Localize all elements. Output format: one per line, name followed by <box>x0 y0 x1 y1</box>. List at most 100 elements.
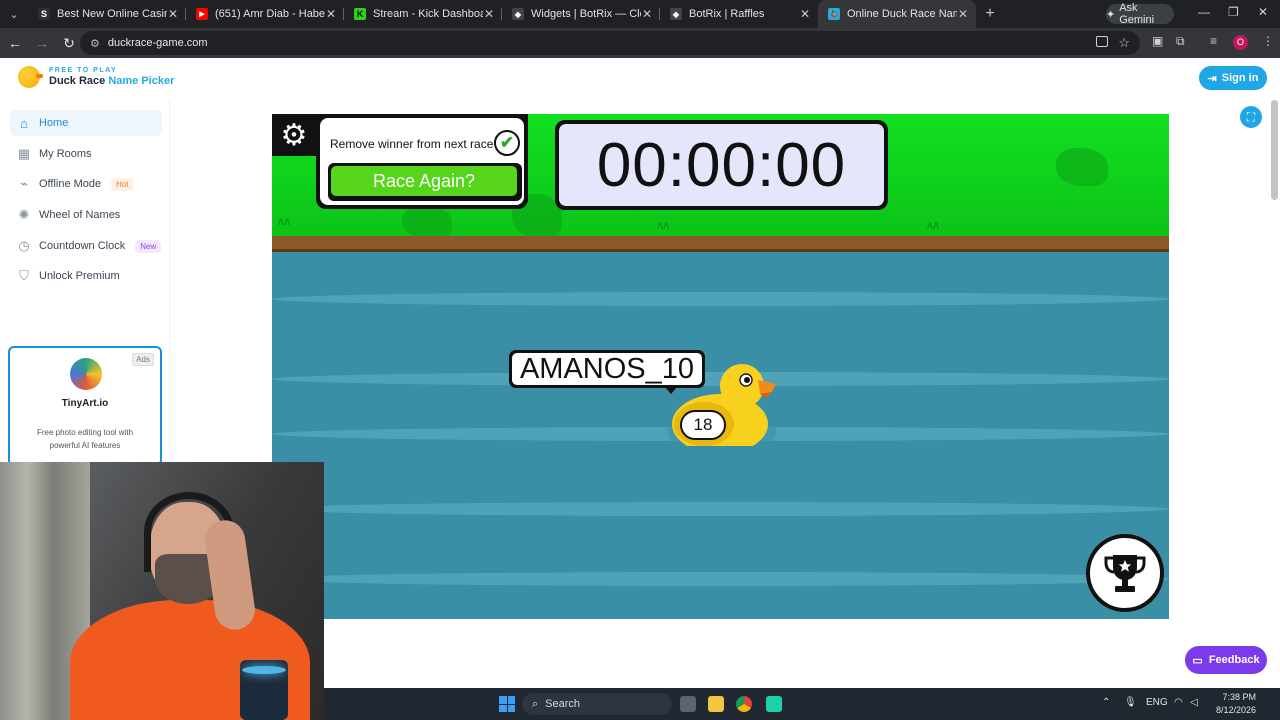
ads-tag: Ads <box>132 353 154 366</box>
taskbar-search[interactable]: ⌕ Search <box>522 693 672 715</box>
tab-title: (651) Amr Diab - Habeitek <box>215 8 325 20</box>
leaderboard-trophy-button[interactable] <box>1086 534 1164 612</box>
fullscreen-icon[interactable]: ⛶ <box>1240 106 1262 128</box>
ask-gemini-button[interactable]: ✦ Ask Gemini <box>1106 2 1174 26</box>
install-app-icon[interactable] <box>1096 36 1108 47</box>
sidebar-item-label: Offline Mode <box>39 178 102 190</box>
sidebar-item-label: Unlock Premium <box>39 270 120 282</box>
sidebar-item-offline-mode[interactable]: ⌁ Offline Mode Hot <box>10 171 162 197</box>
tab-favicon-icon: 🦆 <box>828 8 840 20</box>
task-view-icon[interactable] <box>680 696 696 712</box>
browser-tab-strip: ⌄ S Best New Online Casino Ga ✕ ▶ (651) … <box>0 0 1280 28</box>
sidebar-item-label: Wheel of Names <box>39 209 121 221</box>
ad-card[interactable]: Ads TinyArt.io Free photo editing tool w… <box>8 346 162 466</box>
browser-tab[interactable]: K Stream - Kick Dashboard ✕ <box>344 0 502 28</box>
windows-start-icon[interactable] <box>499 696 515 712</box>
tab-favicon-icon: ◆ <box>512 8 524 20</box>
tab-search-icon[interactable]: ⌄ <box>0 0 28 28</box>
language-indicator[interactable]: ENG <box>1146 697 1168 708</box>
restore-icon[interactable]: ❐ <box>1228 5 1239 19</box>
settings-gear-icon[interactable]: ⚙ <box>272 114 316 156</box>
sidebar-item-label: My Rooms <box>39 148 92 160</box>
race-timer: 00:00:00 <box>555 120 888 210</box>
trophy-icon <box>1104 555 1146 592</box>
tab-close-icon[interactable]: ✕ <box>958 7 968 21</box>
tab-close-icon[interactable]: ✕ <box>642 7 652 21</box>
wifi-icon[interactable]: ◠ <box>1174 697 1183 708</box>
sign-in-button[interactable]: ⇥ Sign in <box>1199 66 1267 90</box>
grass-tuft-icon: ᴧᴧ <box>927 218 939 232</box>
bookmark-star-icon[interactable]: ☆ <box>1118 35 1130 51</box>
sidebar-item-unlock-premium[interactable]: ⛉ Unlock Premium <box>10 263 162 289</box>
tab-title: BotRix | Raffles <box>689 8 765 20</box>
taskbar-clock[interactable]: 7:38 PM 8/12/2026 <box>1204 691 1256 717</box>
ad-title: TinyArt.io <box>61 398 109 409</box>
app-icon[interactable] <box>766 696 782 712</box>
tray-overflow-icon[interactable]: ⌃ <box>1102 697 1110 708</box>
ad-description: Free photo editing tool with powerful AI… <box>36 428 134 450</box>
feedback-button[interactable]: ▭ Feedback <box>1185 646 1267 674</box>
media-controls-icon[interactable]: ≡ <box>1210 34 1217 48</box>
site-logo[interactable]: FREE TO PLAY Duck Race Name Picker <box>18 66 174 88</box>
ask-gemini-label: Ask Gemini <box>1119 2 1155 26</box>
sidebar-item-countdown-clock[interactable]: ◷ Countdown Clock New <box>10 233 162 259</box>
tab-close-icon[interactable]: ✕ <box>326 7 336 21</box>
browser-tab[interactable]: S Best New Online Casino Ga ✕ <box>28 0 186 28</box>
tab-title: Online Duck Race Name Pi <box>847 8 957 20</box>
extension-icon[interactable]: ▣ <box>1152 34 1163 48</box>
reload-icon[interactable]: ↻ <box>57 35 81 52</box>
home-icon: ⌂ <box>20 115 28 131</box>
tab-close-icon[interactable]: ✕ <box>800 7 810 21</box>
browser-tab-active[interactable]: 🦆 Online Duck Race Name Pi ✕ <box>818 0 976 28</box>
sidebar-item-wheel-of-names[interactable]: ✺ Wheel of Names <box>10 202 162 228</box>
sidebar-item-home[interactable]: ⌂ Home <box>10 110 162 136</box>
microphone-icon[interactable]: 🎙 <box>1124 697 1137 708</box>
browser-toolbar: ← → ↻ ⚙ duckrace-game.com ☆ <box>0 28 1280 58</box>
remove-winner-label: Remove winner from next race? <box>330 137 501 151</box>
tab-title: Stream - Kick Dashboard <box>373 8 483 20</box>
chrome-menu-icon[interactable]: ⋮ <box>1262 34 1274 48</box>
tab-close-icon[interactable]: ✕ <box>168 7 178 21</box>
brand-name-main: Duck Race <box>49 75 106 87</box>
remove-winner-checkbox[interactable]: ✔ <box>494 130 520 156</box>
chrome-icon[interactable] <box>736 696 752 712</box>
extensions-puzzle-icon[interactable]: ⧉ <box>1176 34 1185 49</box>
duck-race-game[interactable]: ᴧᴧ ᴧᴧ ᴧᴧ ⚙ Remove winner from next race?… <box>272 114 1169 619</box>
tab-favicon-icon: S <box>38 8 50 20</box>
back-icon[interactable]: ← <box>3 35 27 51</box>
grass-tuft-icon: ᴧᴧ <box>278 214 290 228</box>
race-again-label: Race Again? <box>331 166 517 196</box>
sidebar-item-label: Home <box>39 117 69 129</box>
race-controls-inner: Remove winner from next race? ✔ Race Aga… <box>320 118 524 205</box>
sign-in-label: Sign in <box>1221 72 1259 84</box>
wifi-off-icon: ⌁ <box>20 176 28 191</box>
profile-avatar[interactable]: O <box>1233 35 1248 50</box>
tinyart-logo-icon <box>70 358 102 390</box>
site-info-icon[interactable]: ⚙ <box>90 37 100 50</box>
address-bar[interactable]: ⚙ duckrace-game.com ☆ <box>80 31 1140 55</box>
timer-value: 00:00:00 <box>559 124 884 206</box>
checkmark-icon: ✔ <box>499 133 515 152</box>
sidebar-item-label: Countdown Clock <box>39 240 126 252</box>
volume-icon[interactable]: ◁ <box>1190 697 1198 708</box>
tab-favicon-icon: ◆ <box>670 8 682 20</box>
wheel-icon: ✺ <box>18 207 30 222</box>
webcam-overlay <box>0 462 324 720</box>
page-scrollbar[interactable] <box>1271 100 1278 200</box>
hot-badge: Hot <box>111 177 134 191</box>
browser-tab[interactable]: ▶ (651) Amr Diab - Habeitek ✕ <box>186 0 344 28</box>
race-controls-panel: Remove winner from next race? ✔ Race Aga… <box>316 114 528 209</box>
duck-logo-icon <box>18 66 43 88</box>
file-explorer-icon[interactable] <box>708 696 724 712</box>
grass-tuft-icon: ᴧᴧ <box>657 218 669 232</box>
browser-tab[interactable]: ◆ Widgets | BotRix — Cloud Strea ✕ <box>502 0 660 28</box>
new-tab-icon[interactable]: + <box>976 5 1004 23</box>
race-again-button[interactable]: Race Again? <box>328 163 522 201</box>
tab-title: Best New Online Casino Ga <box>57 8 167 20</box>
sidebar-item-my-rooms[interactable]: ▦ My Rooms <box>10 141 162 167</box>
close-window-icon[interactable]: ✕ <box>1258 5 1268 19</box>
tab-close-icon[interactable]: ✕ <box>484 7 494 21</box>
forward-icon[interactable]: → <box>30 35 54 51</box>
browser-tab[interactable]: ◆ BotRix | Raffles ✕ <box>660 0 818 28</box>
minimize-icon[interactable]: — <box>1198 5 1210 19</box>
